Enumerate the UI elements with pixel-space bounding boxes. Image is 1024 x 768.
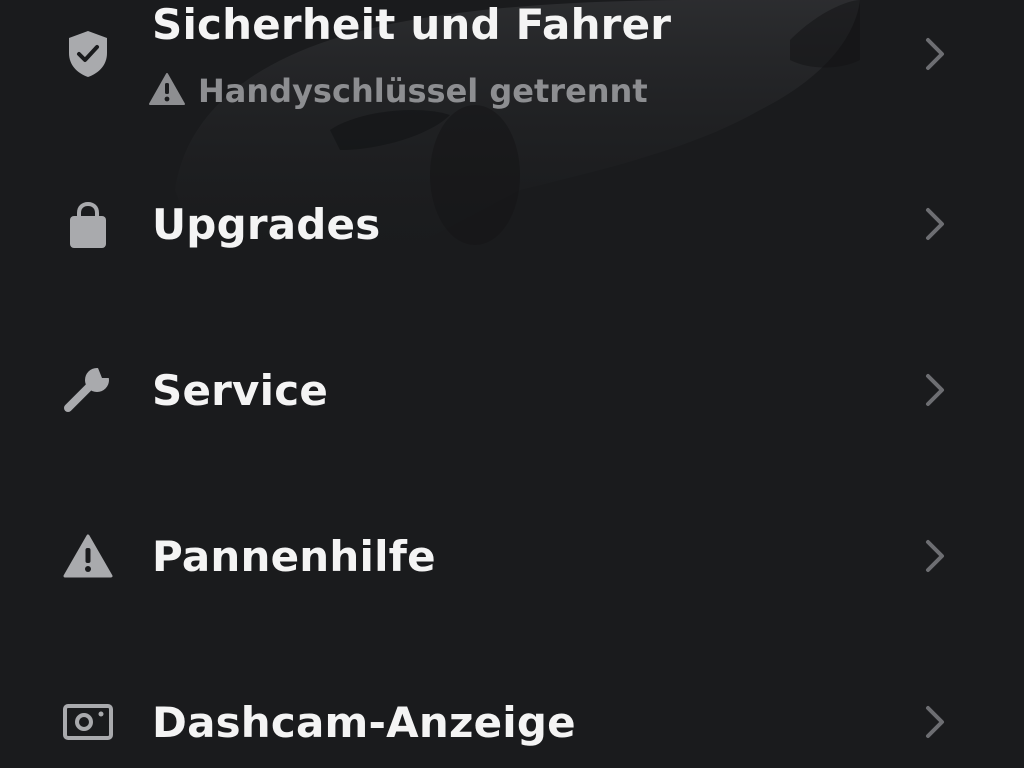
status-message: Handyschlüssel getrennt: [148, 72, 648, 110]
settings-menu: Sicherheit und Fahrer Handyschlüssel get…: [0, 0, 1024, 768]
menu-item-service[interactable]: Service: [0, 336, 1024, 456]
menu-item-label: Service: [152, 366, 329, 415]
dashcam-icon: [62, 696, 114, 748]
chevron-right-icon: [916, 34, 952, 74]
wrench-icon: [62, 364, 114, 416]
menu-item-label: Sicherheit und Fahrer: [152, 0, 672, 49]
menu-item-label: Upgrades: [152, 200, 381, 249]
menu-item-roadside-assistance[interactable]: Pannenhilfe: [0, 502, 1024, 622]
menu-item-dashcam-viewer[interactable]: Dashcam-Anzeige: [0, 668, 1024, 768]
status-text: Handyschlüssel getrennt: [198, 72, 648, 110]
chevron-right-icon: [916, 702, 952, 742]
menu-item-upgrades[interactable]: Upgrades: [0, 170, 1024, 290]
chevron-right-icon: [916, 204, 952, 244]
menu-item-security-and-drivers[interactable]: Sicherheit und Fahrer Handyschlüssel get…: [0, 0, 1024, 120]
menu-item-label: Pannenhilfe: [152, 532, 436, 581]
shopping-bag-icon: [62, 200, 114, 252]
warning-icon: [148, 72, 186, 110]
chevron-right-icon: [916, 370, 952, 410]
menu-item-label: Dashcam-Anzeige: [152, 698, 576, 747]
shield-check-icon: [62, 28, 114, 80]
warning-triangle-icon: [62, 530, 114, 582]
chevron-right-icon: [916, 536, 952, 576]
